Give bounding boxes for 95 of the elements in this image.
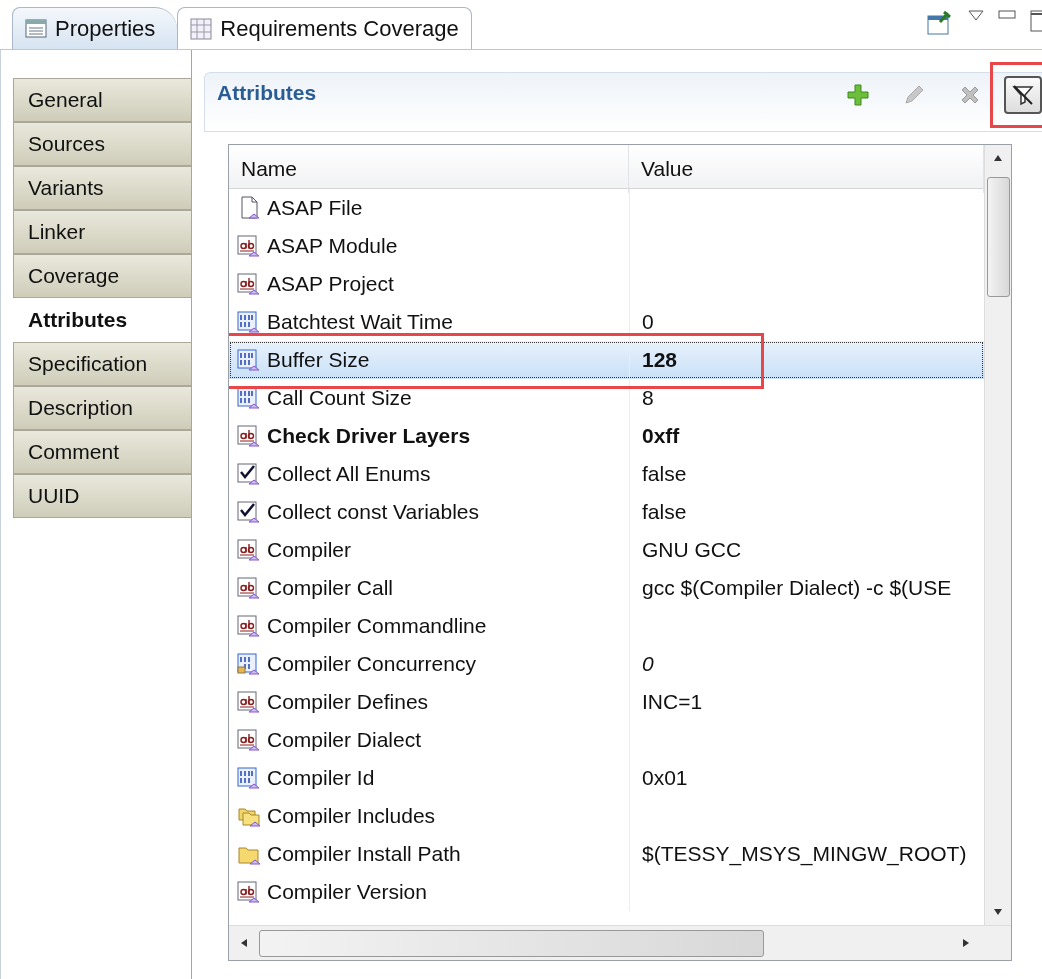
name-cell-text: Compiler Commandline	[267, 613, 487, 640]
scroll-thumb[interactable]	[986, 177, 1010, 297]
table-row[interactable]: Compiler Dialect	[229, 721, 984, 759]
section-title: Attributes	[217, 80, 317, 106]
text-field-icon	[237, 234, 261, 258]
value-cell: 0	[642, 652, 654, 675]
value-cell: GNU GCC	[642, 538, 742, 561]
value-cell: INC=1	[642, 690, 703, 713]
table-row[interactable]: Compiler Commandline	[229, 607, 984, 645]
sidebar-tab[interactable]: Coverage	[13, 254, 191, 298]
table-row[interactable]: Compiler Version	[229, 873, 984, 911]
name-cell-text: Compiler Install Path	[267, 841, 461, 868]
name-cell-text: Collect const Variables	[267, 499, 480, 526]
plus-icon	[846, 83, 870, 107]
list-icon	[25, 17, 47, 40]
scroll-left-icon[interactable]	[239, 938, 249, 948]
table-row[interactable]: Collect All Enums false	[229, 455, 984, 493]
binary-digits-icon	[237, 310, 261, 334]
table-row[interactable]: ASAP Project	[229, 265, 984, 303]
sidebar-tab[interactable]: Comment	[13, 430, 191, 474]
table-row[interactable]: Compiler GNU GCC	[229, 531, 984, 569]
table-row[interactable]: Compiler Includes	[229, 797, 984, 835]
vertical-scrollbar[interactable]	[984, 145, 1011, 925]
name-cell-text: Compiler Dialect	[267, 727, 422, 754]
pencil-icon	[902, 83, 926, 107]
minimize-icon	[998, 10, 1016, 20]
name-cell-text: ASAP Module	[267, 233, 398, 260]
table-row[interactable]: Compiler Defines INC=1	[229, 683, 984, 721]
name-cell-text: Check Driver Layers	[267, 423, 471, 450]
value-cell: 0x01	[642, 766, 688, 789]
table-row[interactable]: Call Count Size 8	[229, 379, 984, 417]
binary-digits-icon	[237, 386, 261, 410]
table-row[interactable]: Compiler Id 0x01	[229, 759, 984, 797]
filter-off-icon	[1011, 83, 1035, 107]
sidebar-tab[interactable]: Description	[13, 386, 191, 430]
name-cell-text: Call Count Size	[267, 385, 412, 412]
locked-binary-digits-icon	[237, 652, 261, 676]
name-cell-text: ASAP Project	[267, 271, 394, 298]
view-tab[interactable]: Properties	[12, 7, 178, 49]
sidebar-tab[interactable]: Variants	[13, 166, 191, 210]
text-field-icon	[237, 880, 261, 904]
name-cell-text: Compiler Defines	[267, 689, 429, 716]
name-cell-text: Compiler Call	[267, 575, 394, 602]
scroll-right-icon[interactable]	[961, 938, 971, 948]
view-tab[interactable]: Requirements Coverage	[177, 7, 472, 49]
table-row[interactable]: Check Driver Layers 0xff	[229, 417, 984, 455]
value-cell: 128	[642, 348, 678, 371]
table-row[interactable]: Buffer Size 128	[229, 341, 984, 379]
name-cell-text: Compiler Version	[267, 879, 427, 906]
checkbox-icon	[237, 500, 261, 524]
value-cell: 0	[642, 310, 654, 333]
text-field-icon	[237, 690, 261, 714]
scroll-down-icon[interactable]	[993, 907, 1003, 917]
sidebar-tab[interactable]: Specification	[13, 342, 191, 386]
binary-digits-icon	[237, 766, 261, 790]
value-cell: false	[642, 500, 687, 523]
checkbox-icon	[237, 462, 261, 486]
name-cell-text: Buffer Size	[267, 347, 370, 374]
table-row[interactable]: Compiler Install Path $(TESSY_MSYS_MINGW_ROOT)	[229, 835, 984, 873]
name-cell-text: Collect All Enums	[267, 461, 431, 488]
text-field-icon	[237, 728, 261, 752]
name-cell-text: Compiler Id	[267, 765, 375, 792]
text-field-icon	[237, 272, 261, 296]
name-cell-text: Compiler	[267, 537, 352, 564]
table-row[interactable]: Compiler Concurrency 0	[229, 645, 984, 683]
sidebar-tab[interactable]: Linker	[13, 210, 191, 254]
sidebar-tab[interactable]: Sources	[13, 122, 191, 166]
column-header[interactable]: Name	[229, 145, 629, 193]
text-field-icon	[237, 614, 261, 638]
name-cell-text: Batchtest Wait Time	[267, 309, 453, 336]
sidebar-tab[interactable]: General	[13, 78, 191, 122]
name-cell-text: Compiler Concurrency	[267, 651, 476, 678]
horizontal-scrollbar[interactable]	[229, 925, 1011, 960]
dropdown-icon	[968, 10, 984, 22]
filter-off-button[interactable]	[1004, 76, 1042, 114]
table-row[interactable]: ASAP Module	[229, 227, 984, 265]
pin-note-icon	[926, 10, 954, 36]
text-field-icon	[237, 424, 261, 448]
value-cell: false	[642, 462, 687, 485]
name-cell-text: Compiler Includes	[267, 803, 436, 830]
name-cell-text: ASAP File	[267, 195, 363, 222]
highlight-frame	[990, 62, 1042, 128]
value-cell: 0xff	[642, 424, 680, 447]
value-cell: gcc $(Compiler Dialect) -c $(USE	[642, 576, 952, 599]
scroll-thumb[interactable]	[259, 929, 764, 957]
table-row[interactable]: Compiler Call gcc $(Compiler Dialect) -c $(USE	[229, 569, 984, 607]
sidebar-tab[interactable]: UUID	[13, 474, 191, 518]
table-row[interactable]: Collect const Variables false	[229, 493, 984, 531]
value-cell: $(TESSY_MSYS_MINGW_ROOT)	[642, 842, 967, 865]
binary-digits-icon	[237, 348, 261, 372]
grid-icon	[190, 17, 213, 40]
scroll-up-icon[interactable]	[993, 153, 1003, 163]
text-field-icon	[237, 576, 261, 600]
value-cell: 8	[642, 386, 654, 409]
text-field-icon	[237, 538, 261, 562]
